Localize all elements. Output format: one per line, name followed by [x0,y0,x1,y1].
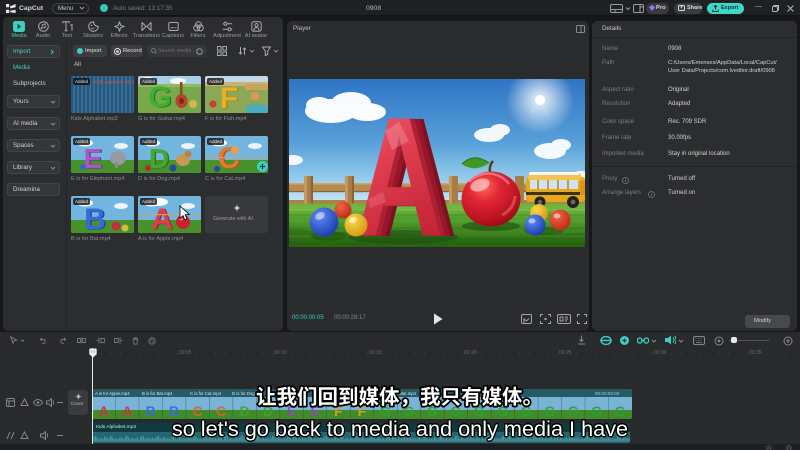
svg-text:E: E [84,143,103,173]
svg-text:F: F [220,82,238,113]
svg-text:A: A [151,203,173,233]
svg-text:A: A [355,83,443,247]
svg-text:D: D [149,143,169,173]
svg-text:Kids Alphabet 05:1: Kids Alphabet 05:1 [94,80,134,86]
svg-text:B: B [84,203,106,233]
svg-text:G: G [148,81,171,113]
